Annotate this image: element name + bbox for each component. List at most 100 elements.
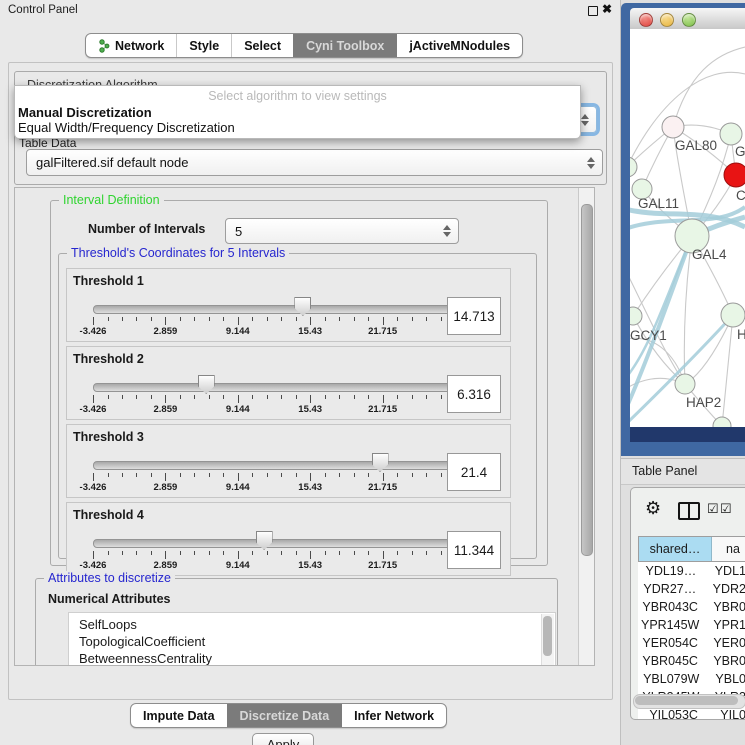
table-row[interactable]: YER054CYER0	[638, 634, 745, 652]
table-horizontal-scrollbar[interactable]	[633, 694, 745, 709]
tab-infer-network[interactable]: Infer Network	[341, 704, 446, 727]
zoom-traffic-light[interactable]	[682, 13, 696, 27]
checkbox-icon[interactable]: ☑	[707, 501, 719, 517]
control-panel: Control Panel ✖ NetworkStyleSelectCyni T…	[0, 0, 621, 745]
table-data-combobox[interactable]: galFiltered.sif default node	[26, 149, 603, 176]
tab-cyni-toolbox[interactable]: Cyni Toolbox	[293, 34, 396, 57]
network-window-titlebar[interactable]	[630, 8, 745, 30]
table-row[interactable]: YPR145WYPR1	[638, 616, 745, 634]
table-row[interactable]: YDL19…YDL1	[638, 562, 745, 580]
table-row[interactable]: YBR045CYBR0	[638, 652, 745, 670]
network-node-h[interactable]	[721, 303, 745, 327]
cell-shared-name[interactable]: YDR27…	[638, 580, 703, 598]
scrollbar-thumb[interactable]	[543, 616, 552, 656]
tick-mark	[108, 473, 109, 477]
slider-track[interactable]	[93, 461, 457, 470]
cell-name[interactable]: YDR2	[703, 580, 745, 598]
cell-name[interactable]: YBR0	[703, 652, 745, 670]
table-row[interactable]: YBL079WYBL0	[638, 670, 745, 688]
threshold-value-field[interactable]: 11.344	[447, 531, 501, 569]
tab-select[interactable]: Select	[231, 34, 293, 57]
slider-track[interactable]	[93, 383, 457, 392]
threshold-panel-1: Threshold 1-3.4262.8599.14415.4321.71528…	[66, 268, 511, 342]
threshold-value-field[interactable]: 6.316	[447, 375, 501, 413]
scrollbar-thumb[interactable]	[635, 696, 738, 705]
tick-mark	[180, 551, 181, 555]
tick-mark	[165, 317, 166, 325]
network-node-hap2[interactable]	[675, 374, 695, 394]
column-layout-icon[interactable]	[678, 502, 700, 520]
checkbox-icon[interactable]: ☑	[720, 501, 732, 517]
scrollbar-thumb[interactable]	[581, 204, 593, 556]
close-icon[interactable]: ✖	[602, 2, 612, 16]
slider-ticks	[93, 473, 455, 482]
tab-label: Discretize Data	[240, 709, 330, 723]
network-node[interactable]	[630, 157, 637, 177]
cell-shared-name[interactable]: YDL19…	[638, 562, 705, 580]
attribute-item-betweennesscentrality[interactable]: BetweennessCentrality	[69, 650, 555, 666]
cell-shared-name[interactable]: YER054C	[638, 634, 703, 652]
threshold-panel-2: Threshold 2-3.4262.8599.14415.4321.71528…	[66, 346, 511, 420]
threshold-value-field[interactable]: 14.713	[447, 297, 501, 335]
slider-tick-labels: -3.4262.8599.14415.4321.71528	[93, 482, 455, 492]
node-table: shared… na YDL19…YDL1YDR27…YDR2YBR043CYB…	[638, 536, 745, 720]
tab-jactivemnodules[interactable]: jActiveMNodules	[396, 34, 522, 57]
attribute-list-scrollbar[interactable]	[541, 614, 554, 666]
cell-shared-name[interactable]: YBR043C	[638, 598, 703, 616]
cell-name[interactable]: YBR0	[703, 598, 745, 616]
cell-shared-name[interactable]: YPR145W	[638, 616, 703, 634]
cell-shared-name[interactable]: YBR045C	[638, 652, 703, 670]
number-of-intervals-combobox[interactable]: 5	[225, 218, 459, 244]
network-canvas[interactable]: GAL80GAL11GCGAL4GCY1HHAP2	[630, 29, 745, 427]
slider-tick-labels: -3.4262.8599.14415.4321.71528	[93, 404, 455, 414]
tick-mark	[209, 551, 210, 555]
cell-name[interactable]: YPR1	[703, 616, 745, 634]
tick-mark	[165, 551, 166, 559]
gear-icon[interactable]: ⚙	[645, 498, 661, 519]
cell-name[interactable]: YBL0	[705, 670, 745, 688]
attribute-item-selfloops[interactable]: SelfLoops	[69, 613, 555, 633]
tab-discretize-data[interactable]: Discretize Data	[227, 704, 342, 727]
bottom-tab-strip-holder: Impute Data Discretize Data Infer Network	[130, 703, 447, 728]
algorithm-placeholder-option[interactable]: Select algorithm to view settings	[15, 89, 580, 103]
close-traffic-light[interactable]	[639, 13, 653, 27]
minimize-traffic-light[interactable]	[660, 13, 674, 27]
tick-mark	[194, 473, 195, 477]
screen: Control Panel ✖ NetworkStyleSelectCyni T…	[0, 0, 745, 745]
column-header-shared-name[interactable]: shared…	[639, 537, 712, 561]
slider-track[interactable]	[93, 539, 457, 548]
tick-mark	[281, 551, 282, 555]
cell-name[interactable]: YER0	[703, 634, 745, 652]
network-node-gal80[interactable]	[662, 116, 684, 138]
tick-label: -3.426	[80, 404, 107, 415]
column-header-name[interactable]: na	[712, 537, 745, 561]
cell-shared-name[interactable]: YBL079W	[638, 670, 705, 688]
table-row[interactable]: YDR27…YDR2	[638, 580, 745, 598]
slider-track[interactable]	[93, 305, 457, 314]
network-node-gcy1[interactable]	[630, 307, 642, 325]
tab-impute-data[interactable]: Impute Data	[131, 704, 227, 727]
tick-mark	[267, 473, 268, 477]
algorithm-option-equal-width-frequency-discretization[interactable]: Equal Width/Frequency Discretization	[18, 120, 235, 135]
settings-scrollpane: Interval Definition Number of Intervals …	[14, 187, 595, 666]
vertical-scrollbar[interactable]	[578, 188, 594, 665]
tab-style[interactable]: Style	[176, 34, 231, 57]
tick-mark	[368, 317, 369, 321]
tick-mark	[383, 317, 384, 325]
threshold-value-field[interactable]: 21.4	[447, 453, 501, 491]
tick-mark	[122, 395, 123, 399]
tick-mark	[108, 395, 109, 399]
algorithm-option-manual-discretization[interactable]: Manual Discretization	[18, 105, 152, 120]
float-window-icon[interactable]	[588, 6, 598, 16]
node-label: GCY1	[630, 328, 667, 343]
table-row[interactable]: YBR043CYBR0	[638, 598, 745, 616]
apply-button[interactable]: Apply	[252, 733, 314, 745]
tick-label: 9.144	[226, 560, 250, 571]
tab-network[interactable]: Network	[86, 34, 176, 57]
tick-mark	[122, 473, 123, 477]
attribute-item-topologicalcoefficient[interactable]: TopologicalCoefficient	[69, 633, 555, 650]
tick-mark	[426, 395, 427, 399]
network-node-g[interactable]	[720, 123, 742, 145]
network-node-c[interactable]	[724, 163, 745, 187]
cell-name[interactable]: YDL1	[705, 562, 745, 580]
